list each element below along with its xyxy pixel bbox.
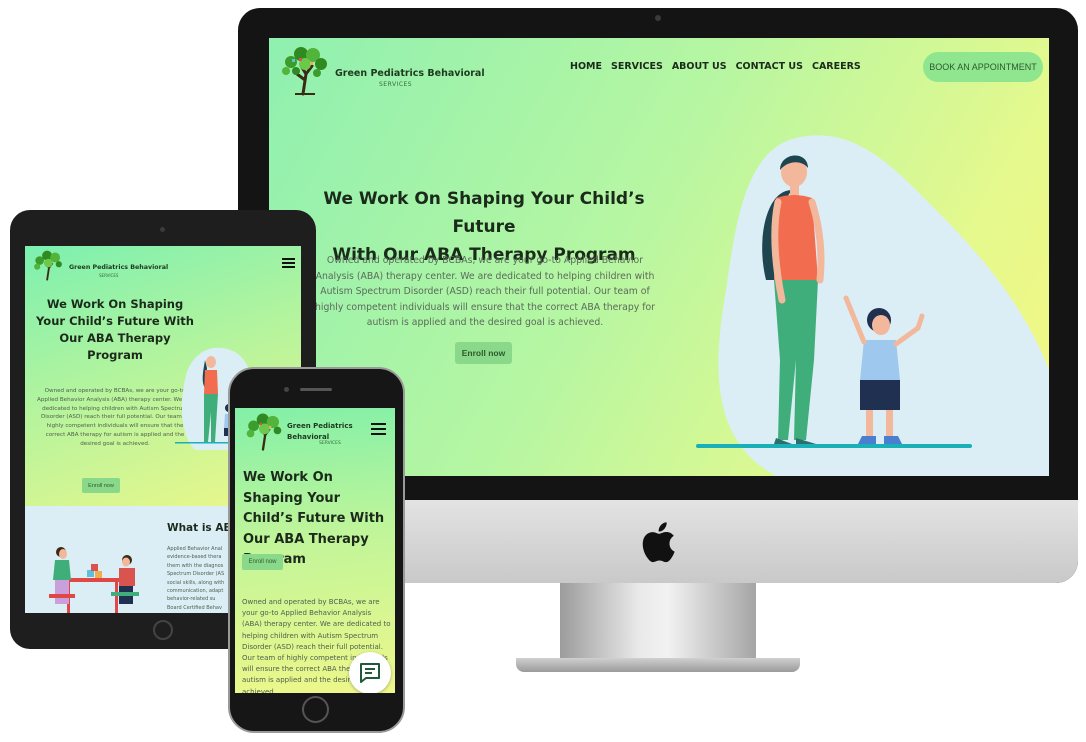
imac-stand: [560, 583, 756, 661]
brand-name: Green Pediatrics Behavioral: [335, 68, 485, 79]
enroll-button[interactable]: Enroll now: [242, 554, 283, 570]
nav-item-contact-us[interactable]: CONTACT US: [736, 61, 803, 72]
nav-item-home[interactable]: HOME: [570, 61, 602, 72]
brand-name: Green Pediatrics Behavioral: [287, 422, 353, 441]
nav-item-careers[interactable]: CAREERS: [812, 61, 861, 72]
brand-name: Green Pediatrics Behavioral: [69, 264, 169, 271]
phone-home-button: [302, 696, 329, 723]
brand-subtitle: SERVICES: [379, 81, 413, 88]
main-nav: HOME SERVICES ABOUT US CONTACT US CAREER…: [570, 61, 861, 72]
nav-item-services[interactable]: SERVICES: [611, 61, 663, 72]
nav-item-about-us[interactable]: ABOUT US: [672, 61, 727, 72]
mother-child-illustration: [696, 135, 1049, 476]
chat-icon: [360, 663, 380, 683]
hero-title: We Work On Shaping Your Child’s Future W…: [36, 297, 194, 362]
tablet-camera: [160, 227, 165, 232]
hamburger-menu-icon[interactable]: [371, 423, 386, 435]
apple-logo-icon: [642, 522, 675, 563]
chat-button[interactable]: [349, 652, 391, 693]
phone-speaker: [300, 388, 332, 391]
hero-body: Owned and operated by BCBAs, we are your…: [37, 388, 193, 447]
hamburger-menu-icon[interactable]: [282, 258, 295, 268]
tree-logo-icon[interactable]: [277, 44, 332, 96]
hero-body: Owned and operated by BCBAs, we are your…: [314, 255, 656, 328]
book-appointment-button[interactable]: BOOK AN APPOINTMENT: [923, 52, 1043, 82]
tree-logo-icon[interactable]: [31, 249, 65, 282]
tree-logo-icon[interactable]: [242, 412, 286, 452]
imac-stand-base: [516, 658, 800, 672]
phone-camera: [284, 387, 289, 392]
hero-title-line-1: We Work On Shaping Your Child’s Future: [323, 189, 645, 237]
enroll-button[interactable]: Enroll now: [82, 478, 120, 493]
enroll-button[interactable]: Enroll now: [455, 342, 512, 364]
tablet-home-button: [153, 620, 173, 640]
children-playing-illustration: [49, 547, 139, 613]
phone-screen: Green Pediatrics Behavioral SERVICES We …: [235, 408, 395, 693]
imac-camera: [655, 15, 661, 21]
brand-subtitle: SERVICES: [99, 273, 119, 278]
brand-subtitle: SERVICES: [319, 441, 341, 446]
